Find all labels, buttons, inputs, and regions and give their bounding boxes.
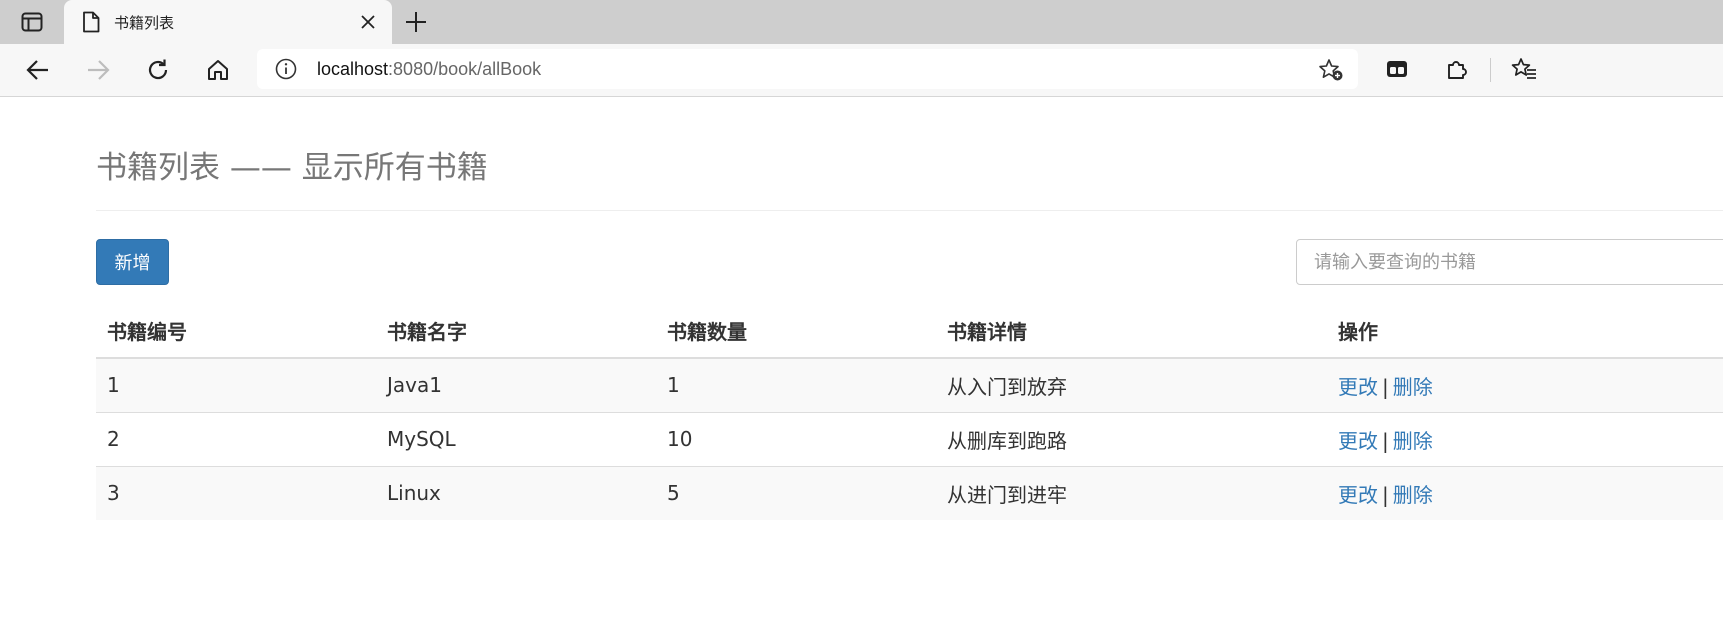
url-path: :8080/book/allBook: [388, 59, 542, 79]
plus-icon[interactable]: [404, 10, 428, 34]
home-icon[interactable]: [205, 57, 231, 83]
page-header: 书籍列表 —— 显示所有书籍: [96, 150, 1723, 211]
header-book-name: 书籍名字: [376, 304, 656, 359]
table-row: 2 MySQL 10 从删库到跑路 更改 | 删除: [96, 411, 1723, 466]
search-input[interactable]: [1296, 239, 1723, 285]
action-separator: |: [1382, 482, 1389, 507]
cell-book-detail: 从入门到放弃: [936, 357, 1327, 412]
cell-book-detail: 从进门到进牢: [936, 465, 1327, 520]
delete-link[interactable]: 删除: [1393, 375, 1433, 399]
refresh-icon[interactable]: [145, 57, 171, 83]
cell-book-id: 2: [96, 411, 376, 466]
close-icon[interactable]: [360, 14, 376, 30]
cell-book-detail: 从删库到跑路: [936, 411, 1327, 466]
url-host: localhost: [317, 59, 389, 79]
cell-book-count: 10: [656, 411, 936, 466]
header-book-detail: 书籍详情: [936, 304, 1327, 359]
header-actions: 操作: [1327, 304, 1723, 359]
action-separator: |: [1382, 374, 1389, 399]
edit-link[interactable]: 更改: [1338, 483, 1378, 507]
favorites-icon[interactable]: [1511, 57, 1537, 81]
add-favorite-icon[interactable]: [1318, 58, 1344, 82]
tab-icon[interactable]: [1385, 57, 1409, 81]
cell-book-name: Linux: [376, 465, 656, 520]
cell-book-id: 3: [96, 465, 376, 520]
cell-book-id: 1: [96, 357, 376, 412]
extensions-icon[interactable]: [1445, 57, 1469, 81]
table-row: 1 Java1 1 从入门到放弃 更改 | 删除: [96, 357, 1723, 412]
cell-book-name: Java1: [376, 357, 656, 412]
edit-link[interactable]: 更改: [1338, 375, 1378, 399]
cell-actions: 更改 | 删除: [1327, 357, 1723, 412]
header-book-count: 书籍数量: [656, 304, 936, 359]
action-separator: |: [1382, 428, 1389, 453]
tab-strip: 书籍列表: [0, 0, 1723, 44]
document-icon: [83, 11, 100, 33]
forward-arrow-icon[interactable]: [85, 57, 111, 83]
cell-actions: 更改 | 删除: [1327, 411, 1723, 466]
cell-book-count: 5: [656, 465, 936, 520]
tab-title: 书籍列表: [114, 14, 175, 32]
back-arrow-icon[interactable]: [25, 57, 51, 83]
page-title: 书籍列表 —— 显示所有书籍: [96, 150, 488, 186]
tab-actions-icon: [21, 12, 43, 32]
tab-active[interactable]: 书籍列表: [64, 0, 392, 44]
url-text[interactable]: localhost:8080/book/allBook: [317, 59, 541, 80]
address-bar[interactable]: localhost:8080/book/allBook: [257, 49, 1358, 89]
cell-actions: 更改 | 删除: [1327, 465, 1723, 520]
header-book-id: 书籍编号: [96, 304, 376, 359]
books-table: 书籍编号 书籍名字 书籍数量 书籍详情 操作 1 Java1 1 从入门到放弃 …: [96, 304, 1723, 520]
toolbar-divider: [1490, 58, 1491, 82]
tab-actions-button[interactable]: [0, 0, 64, 44]
edit-link[interactable]: 更改: [1338, 429, 1378, 453]
cell-book-count: 1: [656, 357, 936, 412]
table-row: 3 Linux 5 从进门到进牢 更改 | 删除: [96, 465, 1723, 520]
table-header-row: 书籍编号 书籍名字 书籍数量 书籍详情 操作: [96, 304, 1723, 359]
browser-toolbar: localhost:8080/book/allBook: [0, 44, 1723, 97]
delete-link[interactable]: 删除: [1393, 483, 1433, 507]
info-icon[interactable]: [275, 58, 297, 80]
cell-book-name: MySQL: [376, 411, 656, 466]
delete-link[interactable]: 删除: [1393, 429, 1433, 453]
add-book-button[interactable]: 新增: [96, 239, 169, 285]
